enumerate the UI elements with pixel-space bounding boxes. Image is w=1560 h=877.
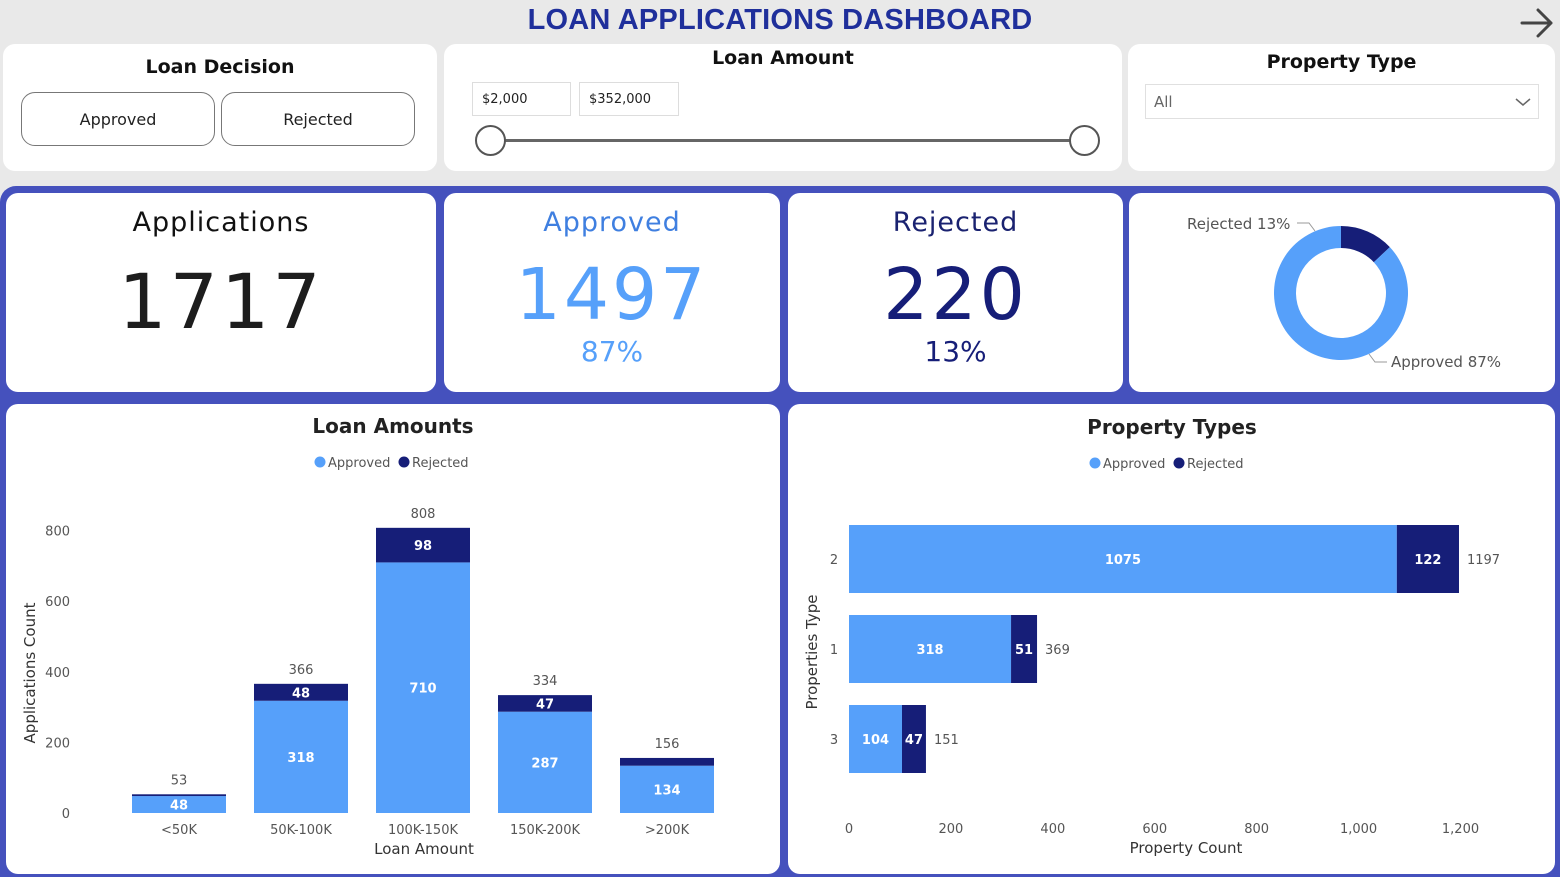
approved-kpi-title: Approved xyxy=(543,207,681,238)
y-tick-label: 400 xyxy=(45,666,70,681)
y-tick-label: 0 xyxy=(62,807,70,822)
property-types-chart-card: Property Types Approved Rejected 0 200 400 600… xyxy=(788,404,1555,874)
legend-approved-marker xyxy=(1089,457,1101,469)
x-tick-label: 800 xyxy=(1244,822,1269,837)
bar-approved-label: 1075 xyxy=(1105,553,1141,568)
bar-approved-label: 318 xyxy=(287,751,314,766)
applications-kpi-value: 1717 xyxy=(118,257,324,346)
chevron-down-icon xyxy=(1515,98,1531,106)
donut-label-approved: Approved 87% xyxy=(1391,353,1501,371)
x-tick-label: 50K-100K xyxy=(270,823,332,838)
y-tick-label: 200 xyxy=(45,736,70,751)
x-tick-label: 0 xyxy=(845,822,853,837)
loan-amounts-chart: Loan Amounts Approved Rejected 0 200 400 600 80… xyxy=(21,414,714,858)
loan-amount-max-handle[interactable] xyxy=(1069,125,1100,156)
legend-approved-label: Approved xyxy=(328,456,390,471)
bar-total-label: 366 xyxy=(289,663,314,678)
y-tick-label: 2 xyxy=(830,553,838,568)
loan-amount-max-input[interactable]: $352,000 xyxy=(579,82,679,116)
x-tick-label: 150K-200K xyxy=(510,823,580,838)
bar-rejected-label: 47 xyxy=(536,697,554,712)
bar-total-label: 369 xyxy=(1045,643,1070,658)
decision-donut-card: Rejected 13% Approved 87% xyxy=(1129,193,1555,392)
loan-amount-filter: Loan Amount $2,000 $352,000 xyxy=(444,44,1122,171)
loan-amount-title: Loan Amount xyxy=(712,47,854,69)
property-type-dropdown[interactable]: All xyxy=(1145,84,1539,119)
rejected-kpi-value: 220 xyxy=(883,253,1028,336)
x-tick-label: 1,200 xyxy=(1442,822,1479,837)
bar-approved-label: 134 xyxy=(653,783,680,798)
property-type-selected: All xyxy=(1154,92,1173,111)
bar-approved-label: 287 xyxy=(531,756,558,771)
loan-amounts-chart-card: Loan Amounts Approved Rejected 0 200 400 600 80… xyxy=(6,404,780,874)
loan-amount-min-handle[interactable] xyxy=(475,125,506,156)
x-tick-label: 100K-150K xyxy=(388,823,458,838)
y-tick-label: 1 xyxy=(830,643,838,658)
legend-approved-label: Approved xyxy=(1103,457,1165,472)
property-type-filter: Property Type All xyxy=(1128,44,1555,171)
donut-label-rejected: Rejected 13% xyxy=(1187,215,1290,233)
dashboard-title: LOAN APPLICATIONS DASHBOARD xyxy=(527,4,1033,36)
bar-total-label: 1197 xyxy=(1467,553,1500,568)
approved-kpi-percent: 87% xyxy=(580,335,644,368)
bar-total-label: 151 xyxy=(934,733,959,748)
applications-kpi-card: Applications 1717 xyxy=(6,193,436,392)
y-tick-label: 800 xyxy=(45,525,70,540)
bar-approved-label: 710 xyxy=(409,682,436,697)
x-tick-label: 200 xyxy=(939,822,964,837)
bar-rejected-label: 47 xyxy=(905,733,923,748)
y-axis-title: Properties Type xyxy=(803,594,821,709)
bar-total-label: 808 xyxy=(411,507,436,522)
loan-decision-title: Loan Decision xyxy=(145,56,295,78)
x-tick-label: >200K xyxy=(645,823,690,838)
bar-approved-label: 48 xyxy=(170,799,188,814)
approved-kpi-card: Approved 1497 87% xyxy=(444,193,780,392)
bar-rejected-label: 122 xyxy=(1414,553,1441,568)
rejected-kpi-percent: 13% xyxy=(924,335,987,368)
bar-approved-label: 104 xyxy=(862,733,889,748)
bar-total-label: 53 xyxy=(171,773,188,788)
legend-rejected-label: Rejected xyxy=(1187,457,1244,472)
approved-kpi-value: 1497 xyxy=(515,253,709,336)
x-tick-label: <50K xyxy=(161,823,197,838)
approved-filter-button[interactable]: Approved xyxy=(21,92,215,146)
legend-rejected-label: Rejected xyxy=(412,456,469,471)
y-tick-label: 3 xyxy=(830,733,838,748)
bar-rejected xyxy=(132,794,226,797)
loan-decision-filter: Loan Decision Approved Rejected xyxy=(3,44,437,171)
x-tick-label: 400 xyxy=(1040,822,1065,837)
legend-rejected-marker xyxy=(1173,457,1185,469)
y-tick-label: 600 xyxy=(45,595,70,610)
x-axis-title: Loan Amount xyxy=(374,840,474,858)
property-types-chart: Property Types Approved Rejected 0 200 400 600… xyxy=(803,415,1500,857)
rejected-kpi-card: Rejected 220 13% xyxy=(788,193,1123,392)
bar-approved-label: 318 xyxy=(916,643,943,658)
y-axis-title: Applications Count xyxy=(21,602,39,743)
applications-kpi-title: Applications xyxy=(132,207,310,238)
loan-amount-slider-track[interactable] xyxy=(490,139,1085,142)
legend-approved-marker xyxy=(314,456,326,468)
property-types-title: Property Types xyxy=(1087,415,1257,439)
rejected-filter-button[interactable]: Rejected xyxy=(221,92,415,146)
loan-amounts-title: Loan Amounts xyxy=(312,414,473,438)
x-tick-label: 600 xyxy=(1142,822,1167,837)
bar-rejected-label: 51 xyxy=(1015,643,1033,658)
donut-leader-approved xyxy=(1368,353,1387,363)
x-axis-title: Property Count xyxy=(1130,839,1243,857)
legend-rejected-marker xyxy=(398,456,410,468)
bar-rejected-label: 48 xyxy=(292,686,310,701)
property-type-title: Property Type xyxy=(1266,51,1417,73)
bar-rejected-label: 98 xyxy=(414,539,432,554)
bar-total-label: 334 xyxy=(533,674,558,689)
donut-leader-rejected xyxy=(1297,222,1316,232)
decision-donut-chart: Rejected 13% Approved 87% xyxy=(1187,215,1501,371)
rejected-kpi-title: Rejected xyxy=(892,207,1019,238)
bar-rejected xyxy=(620,757,714,766)
arrow-right-icon[interactable] xyxy=(1520,6,1554,40)
loan-amount-min-input[interactable]: $2,000 xyxy=(472,82,571,116)
bar-total-label: 156 xyxy=(655,737,680,752)
x-tick-label: 1,000 xyxy=(1340,822,1377,837)
